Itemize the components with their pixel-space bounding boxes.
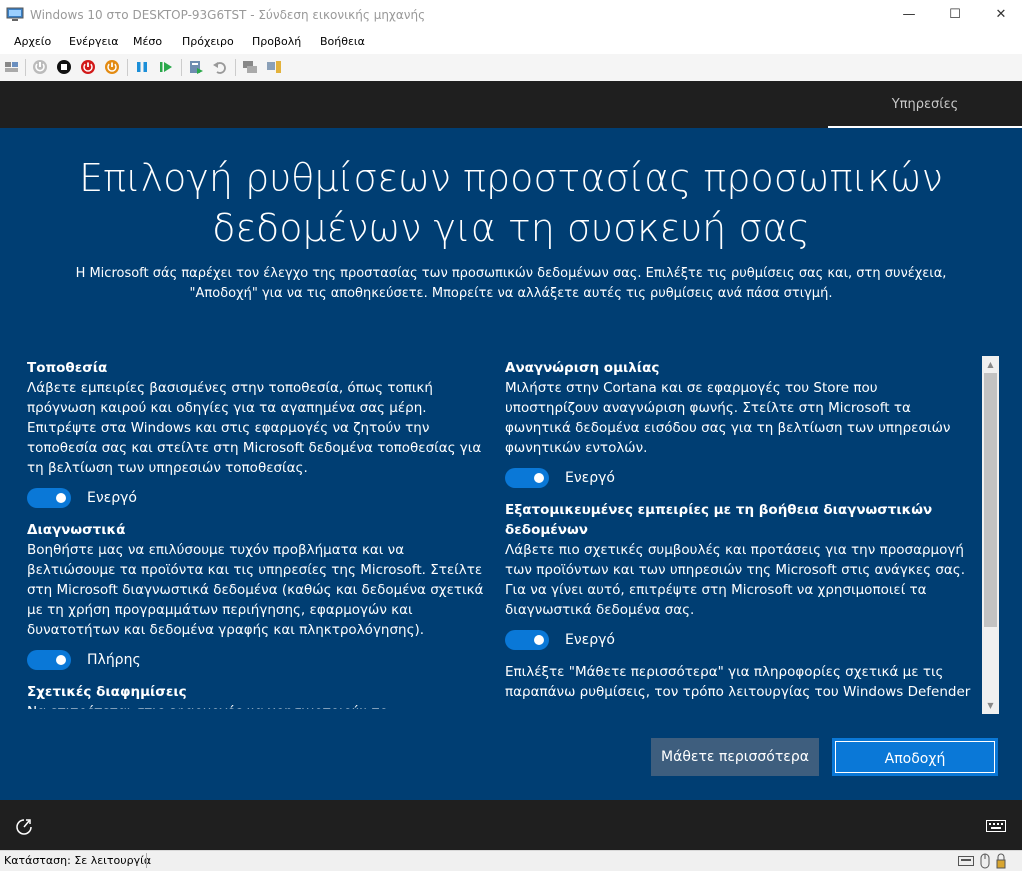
close-button[interactable]: ✕ <box>978 0 1022 30</box>
tailored-description: Λάβετε πιο σχετικές συμβουλές και προτάσ… <box>505 542 966 618</box>
diagnostics-setting: Διαγνωστικά Βοηθήστε μας να επιλύσουμε τ… <box>27 520 487 670</box>
menu-view[interactable]: Προβολή <box>252 35 301 48</box>
checkpoint-icon[interactable] <box>188 59 204 75</box>
diagnostics-toggle-label: Πλήρης <box>87 652 141 668</box>
turn-off-icon[interactable] <box>56 59 72 75</box>
window-title: Windows 10 στο DESKTOP-93G6TST - Σύνδεση… <box>30 8 426 22</box>
page-subtitle: Η Microsoft σάς παρέχει τον έλεγχο της π… <box>30 264 992 304</box>
tailored-title: Εξατομικευμένες εμπειρίες με τη βοήθεια … <box>505 502 933 538</box>
maximize-button[interactable]: ☐ <box>932 0 978 30</box>
diagnostics-description: Βοηθήστε μας να επιλύσουμε τυχόν προβλήμ… <box>27 542 484 638</box>
speech-toggle[interactable] <box>505 468 549 488</box>
scrollbar-thumb[interactable] <box>984 373 997 627</box>
keyboard-status-icon <box>958 856 974 866</box>
scroll-up-icon[interactable]: ▲ <box>982 356 999 373</box>
save-icon[interactable] <box>104 59 120 75</box>
learn-more-button[interactable]: Μάθετε περισσότερα <box>651 738 819 776</box>
menu-help[interactable]: Βοήθεια <box>320 35 365 48</box>
settings-column-left: Τοποθεσία Λάβετε εμπειρίες βασισμένες στ… <box>27 358 487 722</box>
keyboard-icon[interactable] <box>986 820 1006 832</box>
page-title-line-2: δεδομένων για τη συσκευή σας <box>212 206 810 250</box>
ctrl-alt-del-icon[interactable] <box>4 59 20 75</box>
mouse-status-icon <box>980 853 990 869</box>
toggle-knob <box>534 473 544 483</box>
vm-display: Υπηρεσίες Επιλογή ρυθμίσεων προστασίας π… <box>0 81 1022 850</box>
speech-toggle-label: Ενεργό <box>565 470 615 486</box>
location-description: Λάβετε εμπειρίες βασισμένες στην τοποθεσ… <box>27 380 482 476</box>
status-separator <box>146 853 147 868</box>
settings-column-right: Αναγνώριση ομιλίας Μιλήστε στην Cortana … <box>505 358 971 702</box>
location-toggle-label: Ενεργό <box>87 490 137 506</box>
resume-icon[interactable] <box>158 59 174 75</box>
toggle-knob <box>56 655 66 665</box>
page-title: Επιλογή ρυθμίσεων προστασίας προσωπικών … <box>20 153 1002 253</box>
menu-media[interactable]: Μέσο <box>133 35 162 48</box>
menu-action[interactable]: Ενέργεια <box>69 35 118 48</box>
share-icon[interactable] <box>266 59 282 75</box>
toolbar-separator <box>235 59 236 76</box>
ease-of-access-icon[interactable] <box>14 817 34 837</box>
page-title-line-1: Επιλογή ρυθμίσεων προστασίας προσωπικών <box>79 156 943 200</box>
toggle-knob <box>534 635 544 645</box>
shutdown-icon[interactable] <box>80 59 96 75</box>
enhanced-session-icon[interactable] <box>242 59 258 75</box>
speech-title: Αναγνώριση ομιλίας <box>505 360 660 376</box>
learn-more-info: Επιλέξτε "Μάθετε περισσότερα" για πληροφ… <box>505 664 971 700</box>
menu-file[interactable]: Αρχείο <box>14 35 51 48</box>
scroll-down-icon[interactable]: ▼ <box>982 697 999 714</box>
revert-icon[interactable] <box>212 59 228 75</box>
tailored-setting: Εξατομικευμένες εμπειρίες με τη βοήθεια … <box>505 500 971 650</box>
pause-icon[interactable] <box>134 59 150 75</box>
tab-services[interactable]: Υπηρεσίες <box>828 81 1022 128</box>
start-icon[interactable] <box>32 59 48 75</box>
menu-clipboard[interactable]: Πρόχειρο <box>182 35 234 48</box>
oobe-bottom-bar <box>0 800 1022 850</box>
title-bar: Windows 10 στο DESKTOP-93G6TST - Σύνδεση… <box>0 0 1022 30</box>
toolbar-separator <box>127 59 128 76</box>
location-toggle[interactable] <box>27 488 71 508</box>
toolbar-separator <box>25 59 26 76</box>
toolbar-separator <box>181 59 182 76</box>
menu-bar: Αρχείο Ενέργεια Μέσο Πρόχειρο Προβολή Βο… <box>0 30 1022 54</box>
status-text: Κατάσταση: Σε λειτουργία <box>4 854 152 867</box>
subtitle-line-2: "Αποδοχή" για να τις αποθηκεύσετε. Μπορε… <box>189 286 833 301</box>
status-bar: Κατάσταση: Σε λειτουργία <box>0 850 1022 871</box>
subtitle-line-1: Η Microsoft σάς παρέχει τον έλεγχο της π… <box>75 266 947 281</box>
tailored-toggle-label: Ενεργό <box>565 632 615 648</box>
accept-button[interactable]: Αποδοχή <box>832 738 998 776</box>
vm-connection-icon <box>6 7 24 21</box>
tailored-toggle[interactable] <box>505 630 549 650</box>
speech-description: Μιλήστε στην Cortana και σε εφαρμογές το… <box>505 380 951 456</box>
settings-scrollbar[interactable]: ▲ ▼ <box>982 356 999 714</box>
ads-title: Σχετικές διαφημίσεις <box>27 684 187 700</box>
oobe-top-bar: Υπηρεσίες <box>0 81 1022 128</box>
location-title: Τοποθεσία <box>27 360 108 376</box>
lock-status-icon <box>996 853 1006 869</box>
diagnostics-toggle[interactable] <box>27 650 71 670</box>
speech-setting: Αναγνώριση ομιλίας Μιλήστε στην Cortana … <box>505 358 971 488</box>
diagnostics-title: Διαγνωστικά <box>27 522 126 538</box>
minimize-button[interactable]: — <box>886 0 932 30</box>
location-setting: Τοποθεσία Λάβετε εμπειρίες βασισμένες στ… <box>27 358 487 508</box>
toggle-knob <box>56 493 66 503</box>
toolbar <box>0 54 1022 82</box>
